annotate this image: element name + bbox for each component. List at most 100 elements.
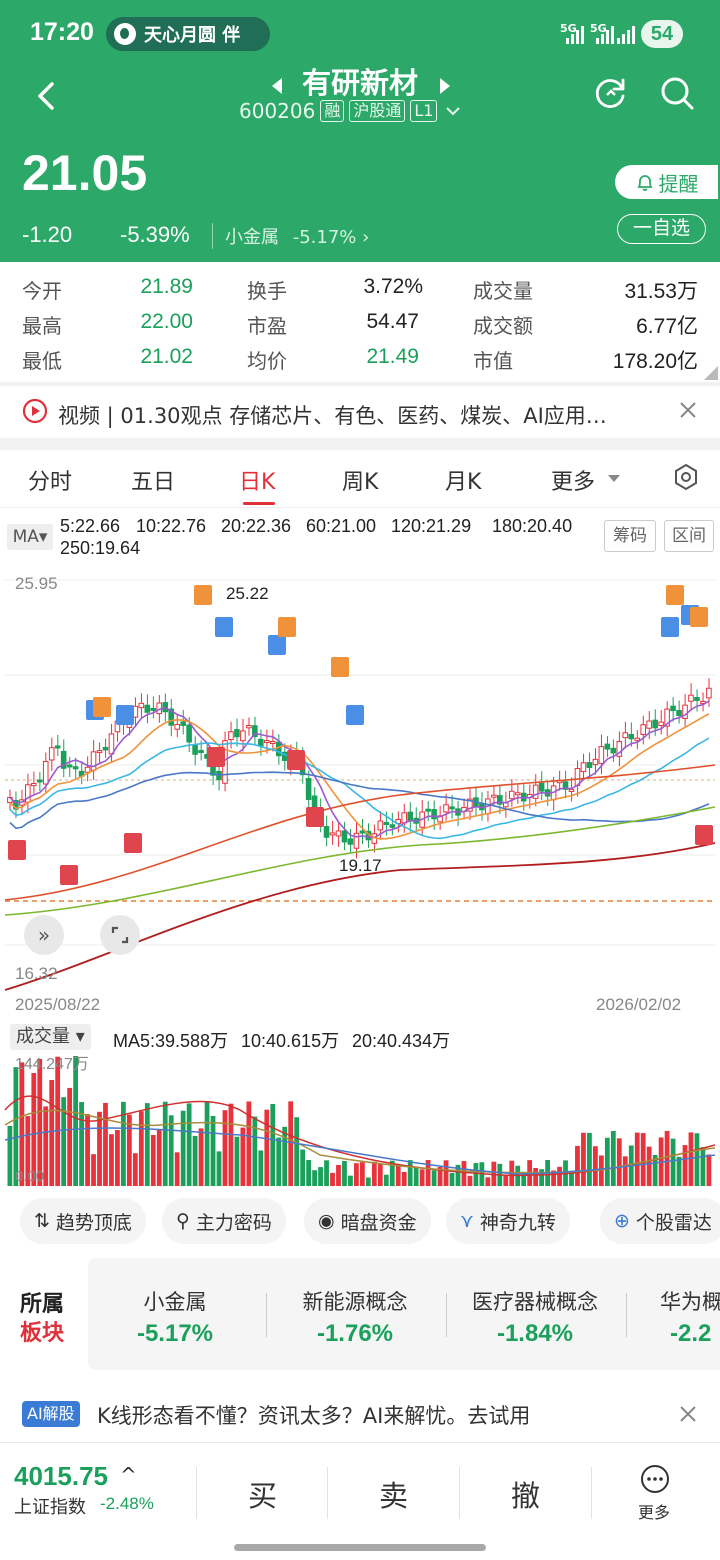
- tab-daily-k[interactable]: 日K: [239, 464, 275, 496]
- ma250-label: 250:19.64: [60, 538, 141, 558]
- tool-dark-pool[interactable]: ◉ 暗盘资金: [304, 1198, 431, 1244]
- cancel-order-button[interactable]: 撤: [511, 1473, 540, 1515]
- ai-banner[interactable]: AI解股 K线形态看不懂？资讯太多？AI来解忧。去试用: [0, 1392, 720, 1436]
- candle-body: [538, 782, 545, 792]
- volume-bar: [67, 1087, 73, 1186]
- settings-icon[interactable]: [671, 462, 701, 492]
- sell-button[interactable]: 卖: [379, 1473, 408, 1515]
- candle-body: [96, 750, 103, 754]
- divider: [0, 438, 720, 450]
- volume-bar: [443, 1160, 449, 1186]
- candle-body: [443, 804, 449, 813]
- quote-value: 54.47: [366, 310, 419, 333]
- tool-label: 暗盘资金: [340, 1211, 417, 1234]
- buy-signal-icon: [695, 825, 713, 845]
- volume-bar: [533, 1167, 539, 1186]
- candle-body: [610, 747, 617, 754]
- tab-five-day[interactable]: 五日: [131, 464, 175, 496]
- tool-magic-nine[interactable]: ⋎ 神奇九转: [446, 1198, 570, 1244]
- volume-bar: [240, 1127, 246, 1186]
- volume-chart[interactable]: [0, 1050, 720, 1190]
- tab-monthly-k[interactable]: 月K: [445, 464, 481, 496]
- remind-button[interactable]: 提醒: [615, 165, 718, 199]
- add-watchlist-button[interactable]: 一自选: [617, 214, 706, 244]
- ma-selector[interactable]: MA▾: [7, 524, 53, 550]
- candle-body: [323, 826, 330, 838]
- volume-bar: [354, 1163, 359, 1186]
- tool-radar[interactable]: ⊕ 个股雷达: [600, 1198, 720, 1244]
- signal-icon-2: [596, 24, 614, 44]
- tab-weekly-k[interactable]: 周K: [342, 464, 378, 496]
- volume-bar: [401, 1171, 407, 1186]
- ai-badge: AI解股: [22, 1401, 80, 1427]
- buy-button[interactable]: 买: [248, 1473, 277, 1515]
- volume-bar: [228, 1103, 234, 1186]
- candle-body: [425, 808, 431, 812]
- ma120-label: 120:21.29: [391, 516, 472, 536]
- refresh-icon[interactable]: [592, 74, 630, 112]
- tool-trend[interactable]: ⇅ 趋势顶底: [20, 1198, 146, 1244]
- search-icon[interactable]: [658, 74, 696, 112]
- volume-bar: [461, 1161, 467, 1186]
- close-icon[interactable]: [678, 400, 698, 420]
- sell-signal-icon: [116, 705, 134, 725]
- fast-forward-icon[interactable]: »: [24, 915, 64, 955]
- play-icon: [22, 398, 48, 424]
- next-stock-icon[interactable]: [440, 78, 450, 94]
- volume-bar: [670, 1138, 676, 1186]
- candle-body: [192, 744, 198, 755]
- candle-body: [514, 792, 521, 796]
- volume-bar: [168, 1115, 174, 1186]
- quote-label: 换手: [247, 279, 287, 303]
- back-arrow-icon[interactable]: [30, 78, 66, 114]
- tool-main-force[interactable]: ⚲ 主力密码: [162, 1198, 286, 1244]
- volume-bar: [55, 1056, 61, 1186]
- sell-signal-icon: [268, 635, 286, 655]
- volume-bar: [569, 1173, 574, 1186]
- more-button[interactable]: 更多: [622, 1463, 692, 1533]
- candle-body: [598, 746, 605, 764]
- close-icon[interactable]: [678, 1404, 698, 1424]
- quote-value: 3.72%: [363, 275, 423, 298]
- candle-body: [144, 704, 151, 713]
- volume-bar: [593, 1146, 598, 1186]
- range-button[interactable]: 区间: [664, 520, 714, 552]
- volume-bar: [270, 1103, 276, 1186]
- music-pill[interactable]: 天心月圆 伴: [106, 17, 270, 51]
- chevron-right-icon: ›: [362, 227, 370, 248]
- quote-grid: 今开 21.89 最高 22.00 最低 21.02 换手 3.72% 市盈 5…: [0, 262, 720, 382]
- sector-link[interactable]: 小金属 -5.17% ›: [212, 223, 369, 249]
- fullscreen-icon[interactable]: [100, 915, 140, 955]
- news-ticker[interactable]: 视频 | 01.30观点 存储芯片、有色、医药、煤炭、AI应用…: [0, 386, 720, 438]
- home-indicator[interactable]: [234, 1544, 486, 1551]
- ma5-label: 5:22.66: [60, 516, 121, 536]
- tab-intraday[interactable]: 分时: [28, 464, 72, 496]
- candle-body: [658, 721, 664, 726]
- volume-selector[interactable]: 成交量 ▾: [10, 1024, 91, 1050]
- volume-bar: [694, 1133, 700, 1186]
- volume-bar: [383, 1174, 389, 1186]
- candle-body: [246, 725, 252, 729]
- index-widget[interactable]: 4015.75 ^ 上证指数 -2.48%: [0, 1443, 195, 1543]
- volume-max-label: 144.247万: [15, 1056, 89, 1073]
- candle-body: [592, 758, 599, 766]
- tool-label: 神奇九转: [479, 1211, 556, 1234]
- sector-name: 华为概: [660, 1290, 720, 1314]
- candle-body: [90, 751, 97, 771]
- chips-button[interactable]: 筹码: [604, 520, 656, 552]
- tab-more[interactable]: 更多: [551, 464, 595, 496]
- expand-corner-icon[interactable]: [700, 362, 718, 380]
- volume-bar: [103, 1102, 108, 1186]
- volume-bar: [640, 1133, 646, 1186]
- y-min-label: 16.32: [15, 964, 58, 983]
- chevron-down-icon[interactable]: [441, 101, 465, 121]
- divider: [196, 1467, 197, 1519]
- sector-card[interactable]: 小金属 -5.17% 新能源概念 -1.76% 医疗器械概念 -1.84% 华为…: [88, 1258, 720, 1370]
- top-signal-icon: [278, 617, 296, 637]
- stock-name: 有研新材: [301, 66, 418, 100]
- sell-signal-icon: [346, 705, 364, 725]
- sector-link-name: 小金属: [225, 227, 279, 248]
- quote-label: 均价: [247, 349, 287, 373]
- volume-bar: [336, 1164, 341, 1186]
- sector-name: 小金属: [143, 1290, 207, 1314]
